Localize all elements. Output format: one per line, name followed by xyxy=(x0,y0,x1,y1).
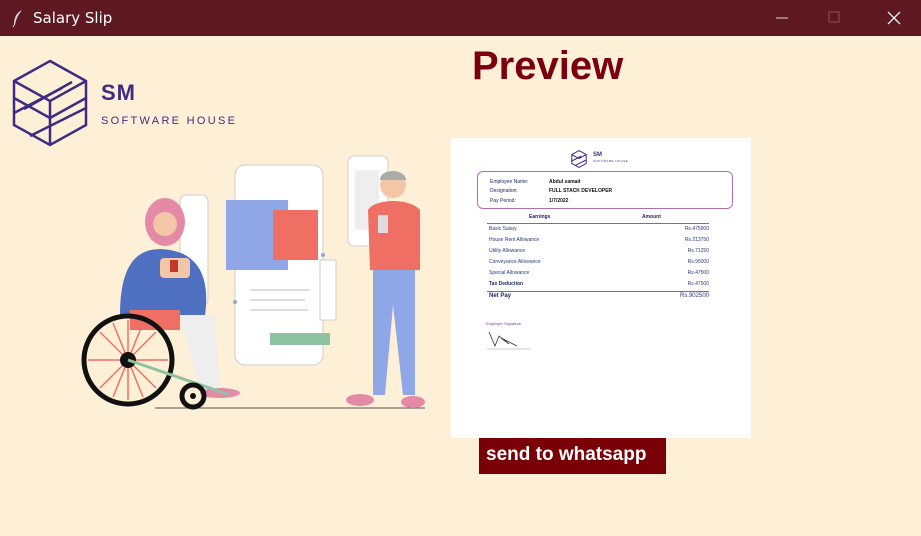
item-amount: Rs.47500 xyxy=(687,270,709,276)
send-whatsapp-button[interactable]: send to whatsapp xyxy=(479,438,666,474)
earnings-header: Earnings xyxy=(529,214,551,220)
send-whatsapp-label: send to whatsapp xyxy=(486,444,647,465)
close-icon xyxy=(887,11,901,25)
salary-slip-preview: SM SOFTWARE HOUSE Employee Name: Abdul s… xyxy=(451,138,751,438)
signature-label: Employer Signature xyxy=(486,321,522,326)
item-amount: Rs.95000 xyxy=(687,259,709,265)
item-label: Utility Allowance xyxy=(489,248,526,254)
maximize-icon xyxy=(828,11,840,23)
feather-icon xyxy=(12,10,22,27)
tax-amount: Rs.47500 xyxy=(687,281,709,287)
signature-icon xyxy=(487,331,531,350)
maximize-button[interactable] xyxy=(812,0,858,36)
company-logo-icon xyxy=(12,59,88,147)
item-label: Basic Salary xyxy=(489,226,517,232)
minimize-button[interactable] xyxy=(760,0,806,36)
item-label: House Rent Allowance xyxy=(489,237,540,243)
slip-logo-tagline: SOFTWARE HOUSE xyxy=(593,159,629,163)
item-amount: Rs.213750 xyxy=(684,237,709,243)
amount-header: Amount xyxy=(642,214,661,220)
slip-logo-icon xyxy=(571,150,587,168)
net-pay-amount: Rs.902500 xyxy=(679,293,709,299)
tax-label: Tax Deduction xyxy=(489,281,524,287)
item-amount: Rs.71250 xyxy=(687,248,709,254)
net-pay-label: Net Pay xyxy=(489,293,512,299)
logo-initials: SM xyxy=(101,80,136,105)
item-amount: Rs.475000 xyxy=(684,226,709,232)
employee-name-value: Abdul samad xyxy=(549,179,581,185)
pay-period-value: 1/7/2022 xyxy=(549,198,569,204)
employee-name-label: Employee Name: xyxy=(490,179,529,185)
item-label: Conveyance Allowance xyxy=(489,259,541,265)
earnings-divider xyxy=(487,223,709,224)
people-illustration xyxy=(81,155,425,410)
pay-period-label: Pay Period: xyxy=(490,198,516,204)
title-bar: Salary Slip xyxy=(0,0,921,36)
designation-value: FULL STACK DEVELOPER xyxy=(549,188,613,194)
item-label: Special Allowance xyxy=(489,270,530,276)
designation-label: Designation: xyxy=(490,188,518,194)
net-divider xyxy=(487,291,709,292)
window-title: Salary Slip xyxy=(33,9,113,27)
preview-heading: Preview xyxy=(472,44,624,88)
close-button[interactable] xyxy=(871,0,917,36)
minimize-icon xyxy=(776,17,788,19)
slip-logo-initials: SM xyxy=(593,152,602,158)
logo-tagline: SOFTWARE HOUSE xyxy=(101,115,238,127)
